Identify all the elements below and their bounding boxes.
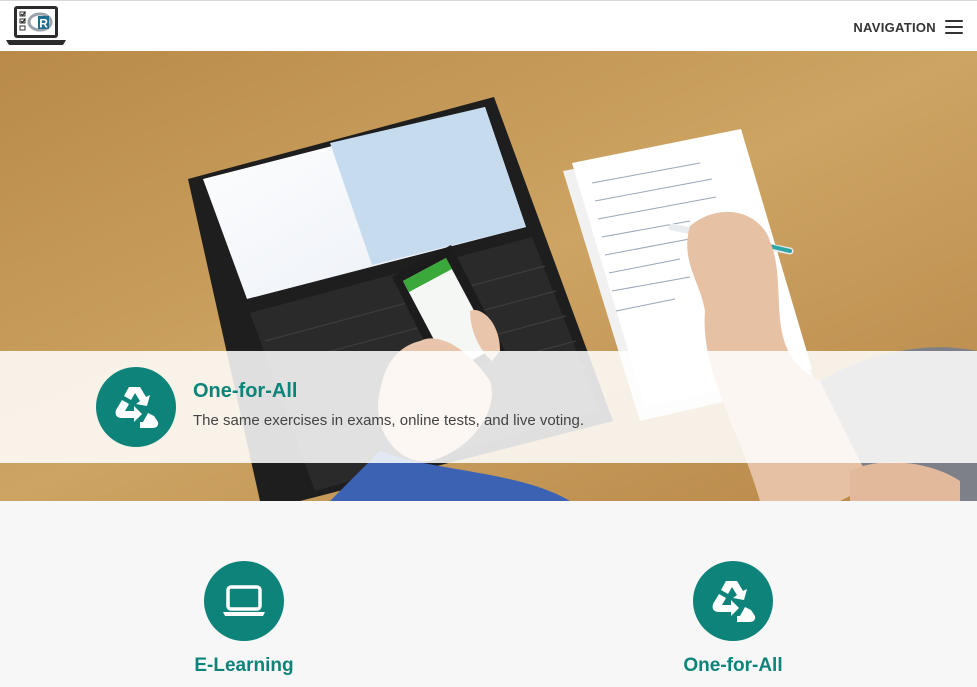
recycle-glyph [115, 387, 159, 428]
recycle-icon [96, 367, 176, 447]
top-navbar: R NAVIGATION [0, 0, 977, 51]
navigation-menu-button[interactable]: NAVIGATION [853, 15, 963, 39]
hamburger-menu-icon [945, 20, 963, 34]
feature-one-for-all[interactable]: One-for-All [633, 561, 833, 677]
features-section: E-Learning One-for-All [0, 501, 977, 687]
hero-caption: One-for-All The same exercises in exams,… [0, 351, 977, 463]
rexams-logo[interactable]: R [5, 5, 67, 47]
laptop-glyph [223, 585, 265, 616]
logo-laptop-icon: R [6, 6, 66, 45]
caption-title: One-for-All [193, 380, 298, 402]
feature-title: One-for-All [683, 655, 783, 676]
recycle-glyph [712, 581, 756, 622]
caption-text: The same exercises in exams, online test… [193, 412, 585, 429]
svg-text:R: R [39, 17, 48, 31]
feature-title: E-Learning [194, 655, 294, 676]
feature-e-learning[interactable]: E-Learning [144, 561, 344, 677]
navigation-label: NAVIGATION [853, 19, 936, 35]
laptop-icon [204, 561, 284, 641]
recycle-icon [693, 561, 773, 641]
hero-banner: One-for-All The same exercises in exams,… [0, 51, 977, 501]
